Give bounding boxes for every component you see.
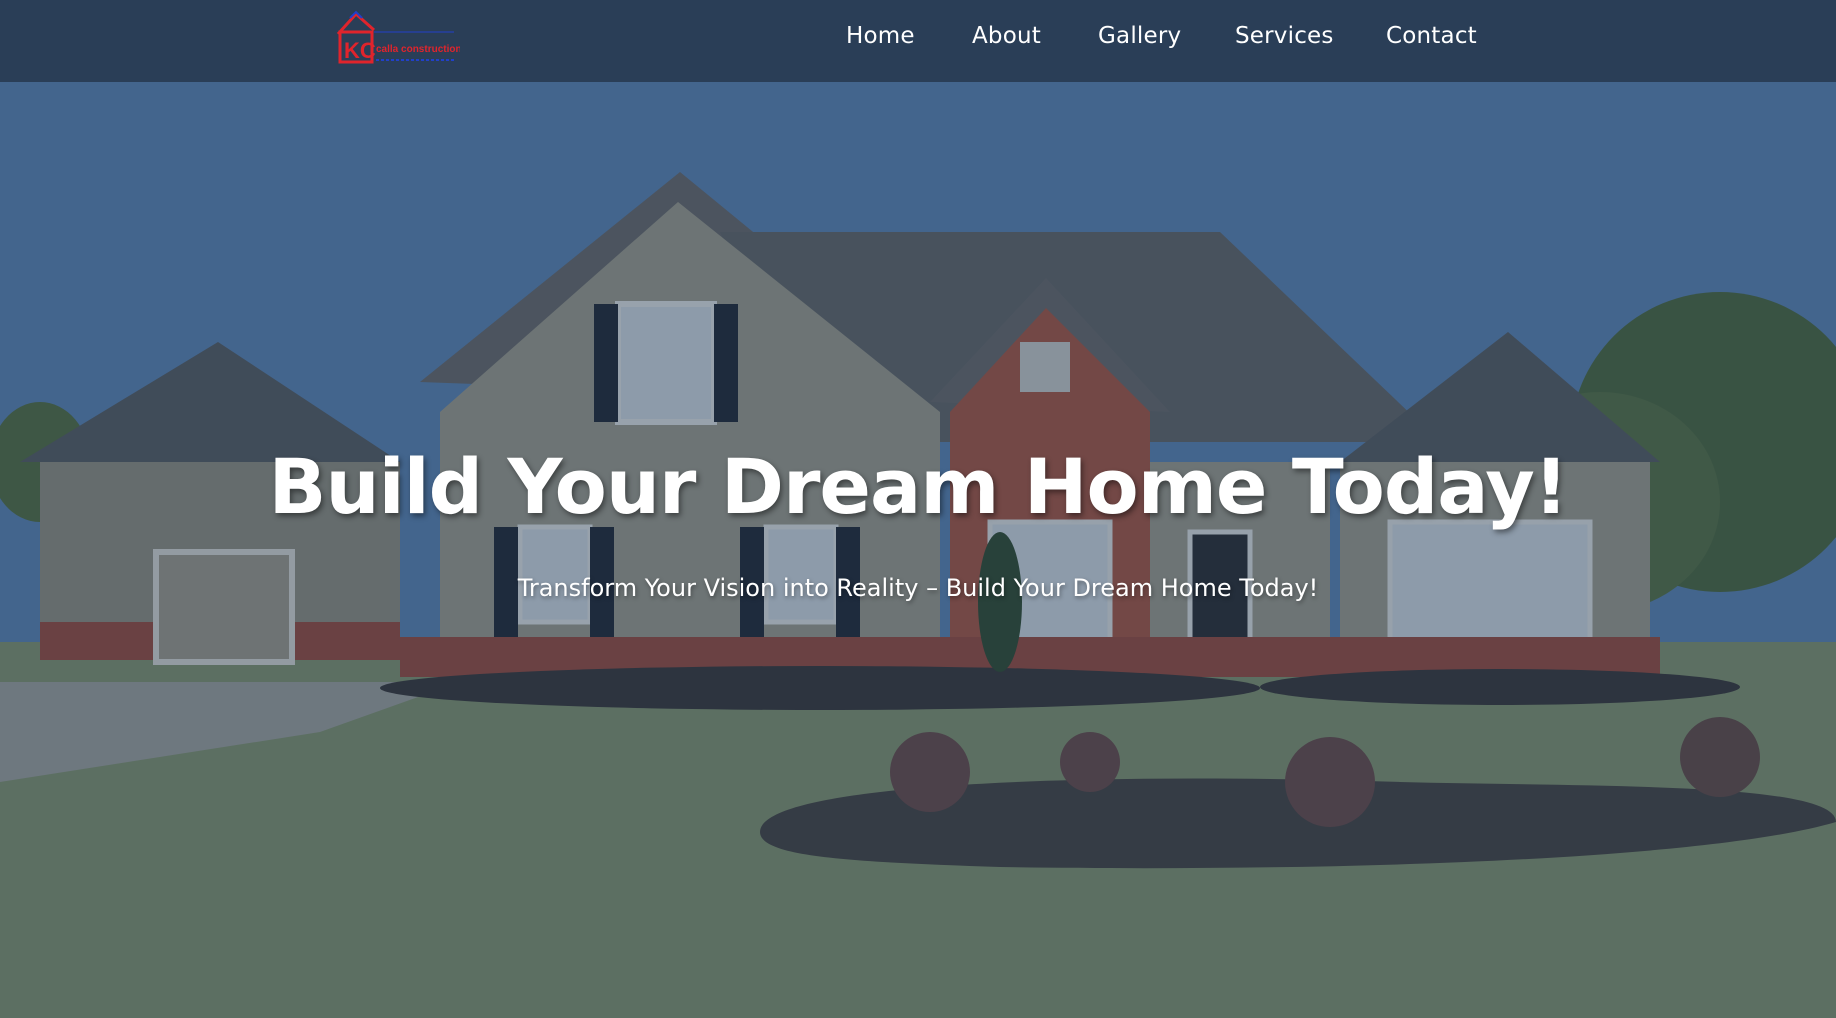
hero-overlay <box>0 82 1836 1018</box>
hero-subtitle: Transform Your Vision into Reality – Bui… <box>517 574 1319 602</box>
nav-services[interactable]: Services <box>1235 23 1334 49</box>
nav-contact[interactable]: Contact <box>1386 23 1477 49</box>
nav-home[interactable]: Home <box>846 23 915 49</box>
main-nav: Home About Gallery Services Contact <box>0 0 1836 82</box>
site-header: KC calla construction Home About Gallery… <box>0 0 1836 82</box>
nav-gallery[interactable]: Gallery <box>1098 23 1181 49</box>
hero-title: Build Your Dream Home Today! <box>268 442 1569 531</box>
hero-section: Build Your Dream Home Today! Transform Y… <box>0 82 1836 1018</box>
nav-about[interactable]: About <box>972 23 1041 49</box>
